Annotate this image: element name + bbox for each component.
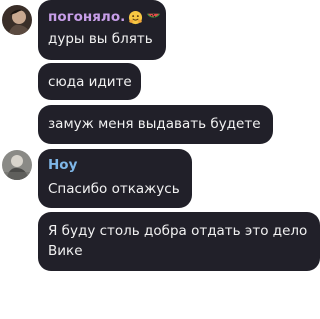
sender-name-row: погоняло.	[48, 8, 161, 26]
sender-name-row: Ноу	[48, 156, 182, 174]
sender-avatar[interactable]	[2, 150, 32, 180]
message-bubble[interactable]: замуж меня выдавать будете	[38, 105, 273, 144]
message-text: Спасибо откажусь	[48, 181, 180, 197]
sender-avatar[interactable]	[2, 5, 32, 35]
message-text: дуры вы блять	[48, 31, 153, 47]
hugging-face-emoji-icon	[128, 10, 143, 25]
message-bubble[interactable]: погоняло. дуры вы блять	[38, 0, 166, 60]
watermelon-emoji-icon	[146, 10, 161, 25]
message-bubble[interactable]: Ноу Спасибо откажусь	[38, 149, 192, 208]
message-text: Я буду столь добра отдать это дело Вике	[48, 223, 308, 259]
message-bubble[interactable]: Я буду столь добра отдать это дело Вике	[38, 212, 320, 271]
sender-name[interactable]: погоняло.	[48, 8, 125, 26]
message-text: сюда идите	[48, 74, 132, 90]
message-text: замуж меня выдавать будете	[48, 116, 261, 132]
sender-name[interactable]: Ноу	[48, 156, 77, 174]
message-bubble[interactable]: сюда идите	[38, 63, 141, 100]
